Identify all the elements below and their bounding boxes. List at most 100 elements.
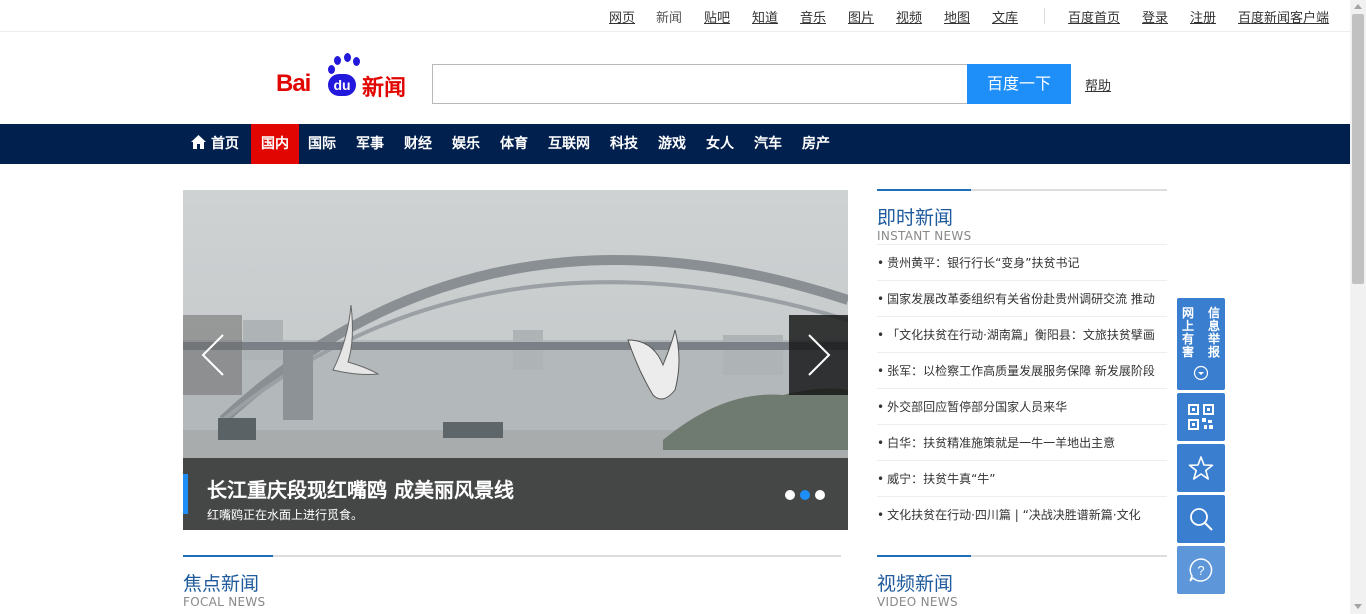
top-bar: 网页 新闻 贴吧 知道 音乐 图片 视频 地图 文库 百度首页 登录 注册 百度… xyxy=(0,0,1350,32)
carousel-caption[interactable]: 长江重庆段现红嘴鸥 成美丽风景线 红嘴鸥正在水面上进行觅食。 xyxy=(183,458,848,530)
search-input[interactable] xyxy=(432,64,968,104)
help-link[interactable]: 帮助 xyxy=(1085,75,1111,94)
carousel-title[interactable]: 长江重庆段现红嘴鸥 成美丽风景线 xyxy=(207,474,514,503)
carousel-next-button[interactable] xyxy=(789,315,848,395)
qr-code-icon xyxy=(1188,404,1214,430)
list-item: 贵州黄平：银行行长“变身”扶贫书记 xyxy=(877,244,1167,280)
logo-news-text: 新闻 xyxy=(362,76,407,101)
top-link-news[interactable]: 新闻 xyxy=(656,7,682,26)
nav-house[interactable]: 房产 xyxy=(802,124,830,164)
list-item: 文化扶贫在行动·四川篇 | “决战决胜谱新篇·文化 xyxy=(877,496,1167,532)
header-accent xyxy=(877,555,971,557)
carousel-pagination xyxy=(785,490,825,500)
search-tool-button[interactable] xyxy=(1177,495,1225,543)
list-item: 「文化扶贫在行动·湖南篇」衡阳县：文旅扶贫擘画 xyxy=(877,316,1167,352)
caption-accent-bar xyxy=(183,474,188,514)
logo-paw-toe xyxy=(334,56,341,65)
header-accent xyxy=(183,555,273,557)
list-item: 威宁：扶贫牛真“牛” xyxy=(877,460,1167,496)
nav-sports[interactable]: 体育 xyxy=(500,124,528,164)
carousel-dot[interactable] xyxy=(785,490,795,500)
help-bubble-icon: ? xyxy=(1189,558,1213,582)
logo-paw-toe xyxy=(353,57,360,66)
search-button[interactable]: 百度一下 xyxy=(967,64,1071,104)
scrollbar-thumb[interactable] xyxy=(1352,14,1364,284)
client-download-link[interactable]: 百度新闻客户端 xyxy=(1238,7,1329,26)
focal-news-header: 焦点新闻 FOCAL NEWS xyxy=(183,555,841,611)
video-news-title: 视频新闻 xyxy=(877,573,954,595)
feedback-button[interactable]: ? xyxy=(1177,546,1225,594)
nav-international[interactable]: 国际 xyxy=(308,124,336,164)
top-link-tieba[interactable]: 贴吧 xyxy=(704,7,730,26)
carousel-subtitle: 红嘴鸥正在水面上进行觅食。 xyxy=(207,508,364,522)
report-label-col: 网 上 有 害 xyxy=(1175,307,1201,359)
video-news-header: 视频新闻 VIDEO NEWS xyxy=(877,555,1167,611)
focal-news-title: 焦点新闻 xyxy=(183,573,260,595)
scroll-up-arrow-icon[interactable] xyxy=(1354,4,1362,9)
baidu-news-logo[interactable]: Bai du 新闻 xyxy=(276,52,416,102)
home-icon xyxy=(191,135,206,149)
nav-auto[interactable]: 汽车 xyxy=(754,124,782,164)
nav-military[interactable]: 军事 xyxy=(356,124,384,164)
nav-domestic[interactable]: 国内 xyxy=(251,124,299,164)
video-news-subtitle: VIDEO NEWS xyxy=(877,595,958,609)
nav-entertainment[interactable]: 娱乐 xyxy=(452,124,480,164)
report-char: 报 xyxy=(1207,345,1220,359)
news-link[interactable]: 张军：以检察工作高质量发展服务保障 新发展阶段 xyxy=(887,364,1155,378)
main-nav: 首页 国内 国际 军事 财经 娱乐 体育 互联网 科技 游戏 女人 汽车 房产 xyxy=(0,124,1350,164)
report-label-columns: 网 上 有 害 信 息 举 报 xyxy=(1175,307,1227,359)
news-link[interactable]: 贵州黄平：银行行长“变身”扶贫书记 xyxy=(887,256,1079,270)
top-bar-divider xyxy=(1044,8,1045,24)
instant-news-header: 即时新闻 INSTANT NEWS xyxy=(877,189,1167,245)
news-link[interactable]: 国家发展改革委组织有关省份赴贵州调研交流 推动 xyxy=(887,292,1155,306)
top-link-video[interactable]: 视频 xyxy=(896,7,922,26)
instant-news-list: 贵州黄平：银行行长“变身”扶贫书记 国家发展改革委组织有关省份赴贵州调研交流 推… xyxy=(877,244,1167,532)
list-item: 白华：扶贫精准施策就是一牛一羊地出主意 xyxy=(877,424,1167,460)
svg-text:?: ? xyxy=(1197,563,1204,578)
list-item: 国家发展改革委组织有关省份赴贵州调研交流 推动 xyxy=(877,280,1167,316)
top-link-baidu-home[interactable]: 百度首页 xyxy=(1068,7,1120,26)
news-link[interactable]: 外交部回应暂停部分国家人员来华 xyxy=(887,400,1067,414)
report-harmful-info-button[interactable]: 网 上 有 害 信 息 举 报 xyxy=(1177,298,1225,390)
report-label-col: 信 息 举 报 xyxy=(1201,307,1227,359)
news-link[interactable]: 白华：扶贫精准施策就是一牛一羊地出主意 xyxy=(887,436,1115,450)
news-link[interactable]: 威宁：扶贫牛真“牛” xyxy=(887,472,995,486)
register-link[interactable]: 注册 xyxy=(1190,7,1216,26)
star-icon xyxy=(1188,456,1214,480)
logo-paw-toe xyxy=(344,53,351,62)
logo-du-badge: du xyxy=(328,74,356,96)
headline-carousel[interactable]: 长江重庆段现红嘴鸥 成美丽风景线 红嘴鸥正在水面上进行觅食。 xyxy=(183,190,848,530)
nav-women[interactable]: 女人 xyxy=(706,124,734,164)
carousel-dot-active[interactable] xyxy=(800,490,810,500)
login-link[interactable]: 登录 xyxy=(1142,7,1168,26)
news-link[interactable]: 「文化扶贫在行动·湖南篇」衡阳县：文旅扶贫擘画 xyxy=(887,328,1155,342)
top-link-music[interactable]: 音乐 xyxy=(800,7,826,26)
top-link-web[interactable]: 网页 xyxy=(609,7,635,26)
chevron-left-icon xyxy=(201,334,224,376)
chevron-right-icon xyxy=(807,334,830,376)
chevron-down-circle-icon xyxy=(1193,365,1209,381)
carousel-prev-button[interactable] xyxy=(183,315,242,395)
scroll-down-arrow-icon[interactable] xyxy=(1354,604,1362,609)
nav-games[interactable]: 游戏 xyxy=(658,124,686,164)
nav-tech[interactable]: 科技 xyxy=(610,124,638,164)
nav-internet[interactable]: 互联网 xyxy=(548,124,590,164)
nav-home[interactable]: 首页 xyxy=(190,124,239,164)
logo-paw-toe xyxy=(328,65,335,74)
qr-code-button[interactable] xyxy=(1177,393,1225,441)
top-link-wenku[interactable]: 文库 xyxy=(992,7,1018,26)
instant-news-title: 即时新闻 xyxy=(877,207,954,229)
instant-news-subtitle: INSTANT NEWS xyxy=(877,229,972,243)
top-link-zhidao[interactable]: 知道 xyxy=(752,7,778,26)
report-char: 害 xyxy=(1181,345,1194,359)
focal-news-subtitle: FOCAL NEWS xyxy=(183,595,266,609)
favorite-button[interactable] xyxy=(1177,444,1225,492)
carousel-dot[interactable] xyxy=(815,490,825,500)
logo-bai-text: Bai xyxy=(276,70,311,97)
nav-home-label: 首页 xyxy=(211,136,239,152)
top-link-image[interactable]: 图片 xyxy=(848,7,874,26)
news-link[interactable]: 文化扶贫在行动·四川篇 | “决战决胜谱新篇·文化 xyxy=(887,508,1141,522)
top-link-map[interactable]: 地图 xyxy=(944,7,970,26)
list-item: 外交部回应暂停部分国家人员来华 xyxy=(877,388,1167,424)
nav-finance[interactable]: 财经 xyxy=(404,124,432,164)
